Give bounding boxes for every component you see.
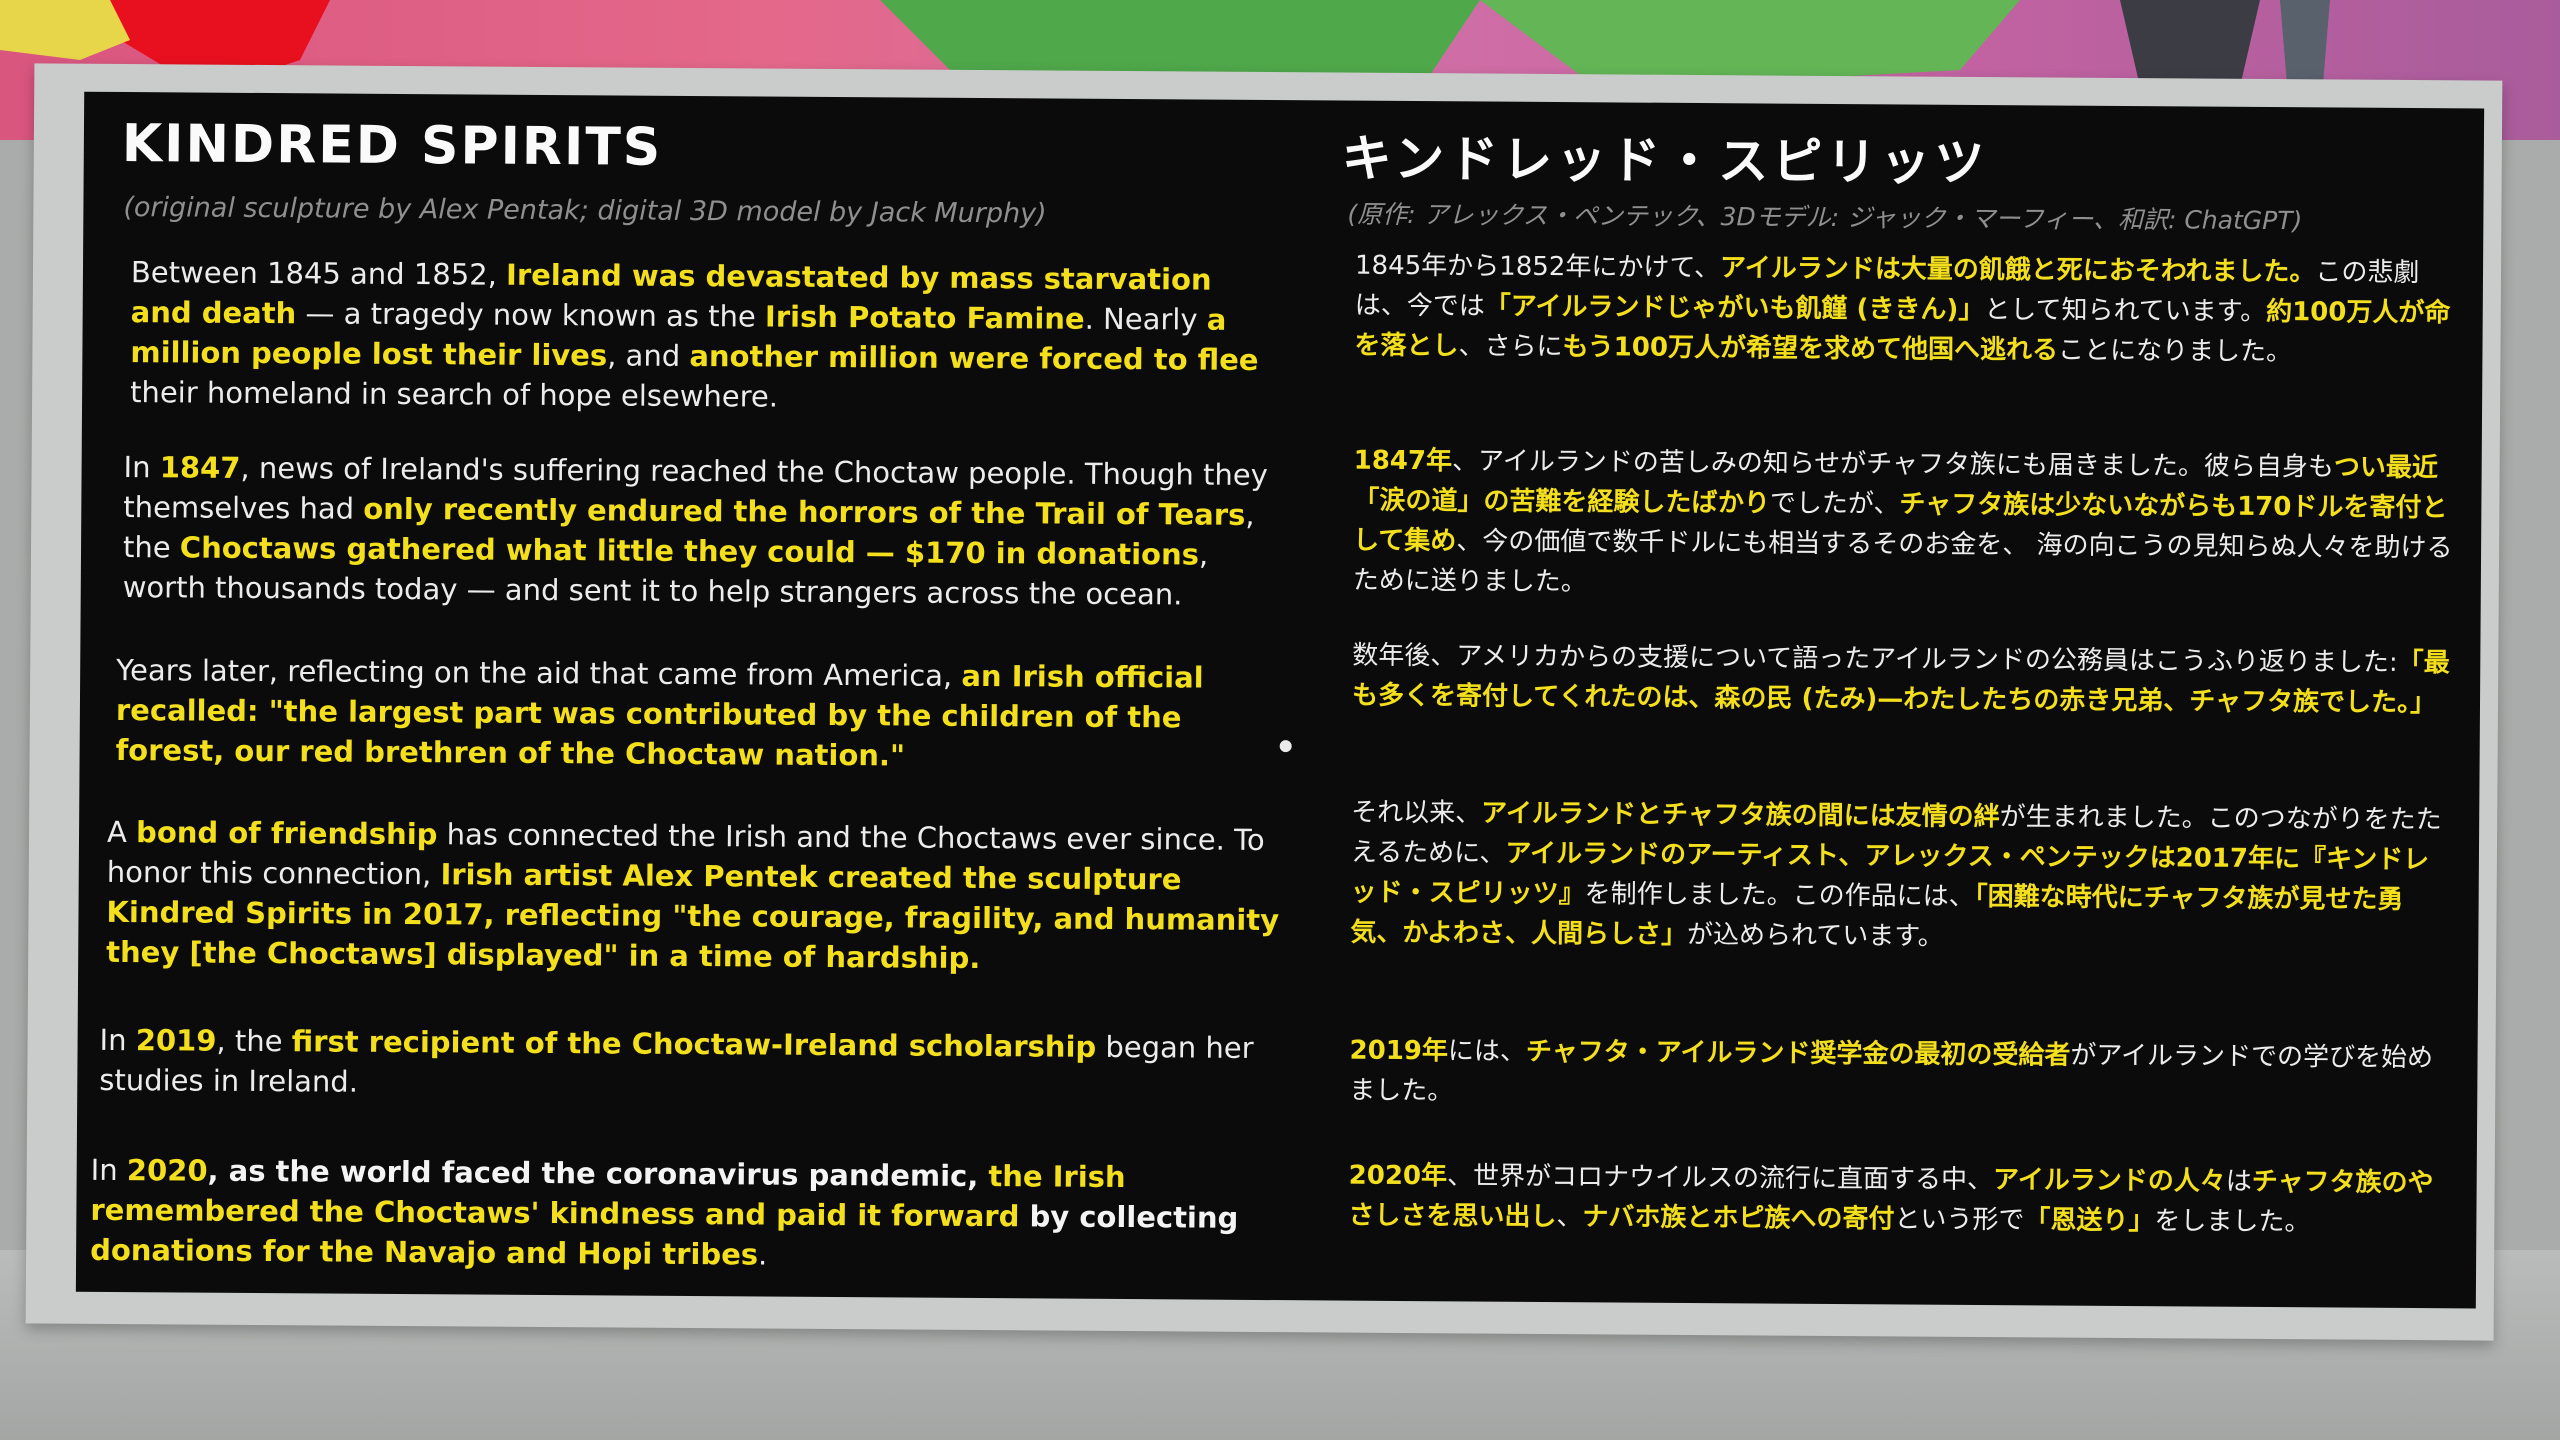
en-paragraph-6: In 2020, as the world faced the coronavi… <box>90 1152 1239 1272</box>
title-english: KINDRED SPIRITS <box>121 114 663 178</box>
sign-frame: KINDRED SPIRITS (original sculpture by A… <box>25 63 2503 1341</box>
ja-paragraph-4: それ以来、アイルランドとチャフタ族の間には友情の絆が生まれました。このつながりを… <box>1350 797 2442 952</box>
en-paragraph-2: In 1847, news of Ireland's suffering rea… <box>122 450 1268 612</box>
ja-paragraph-6: 2020年、世界がコロナウイルスの流行に直面する中、アイルランドの人々はチャフタ… <box>1348 1160 2434 1238</box>
credit-japanese: (原作: アレックス・ペンテック、3Dモデル: ジャック・マーフィー、和訳: C… <box>1347 199 2303 236</box>
ja-paragraph-5: 2019年には、チャフタ・アイルランド奨学金の最初の受給者がアイルランドでの学び… <box>1349 1035 2434 1107</box>
sign-board: KINDRED SPIRITS (original sculpture by A… <box>75 91 2485 1309</box>
ja-paragraph-2: 1847年、アイルランドの苦しみの知らせがチャフタ族にも届きました。彼ら自身もつ… <box>1352 445 2453 598</box>
title-japanese: キンドレッド・スピリッツ <box>1341 129 1989 193</box>
ja-paragraph-3: 数年後、アメリカからの支援について語ったアイルランドの公務員はこうふり返りました… <box>1351 640 2450 719</box>
en-paragraph-5: In 2019, the first recipient of the Choc… <box>99 1022 1254 1099</box>
en-paragraph-3: Years later, reflecting on the aid that … <box>115 652 1204 773</box>
yellow-shape <box>0 0 130 60</box>
en-paragraph-1: Between 1845 and 1852, Ireland was devas… <box>130 255 1259 414</box>
center-dot <box>1279 740 1292 753</box>
en-paragraph-4: A bond of friendship has connected the I… <box>106 814 1280 976</box>
ja-paragraph-1: 1845年から1852年にかけて、アイルランドは大量の飢餓と死におそわれました。… <box>1354 250 2451 368</box>
credit-english: (original sculpture by Alex Pentak; digi… <box>123 192 1047 230</box>
